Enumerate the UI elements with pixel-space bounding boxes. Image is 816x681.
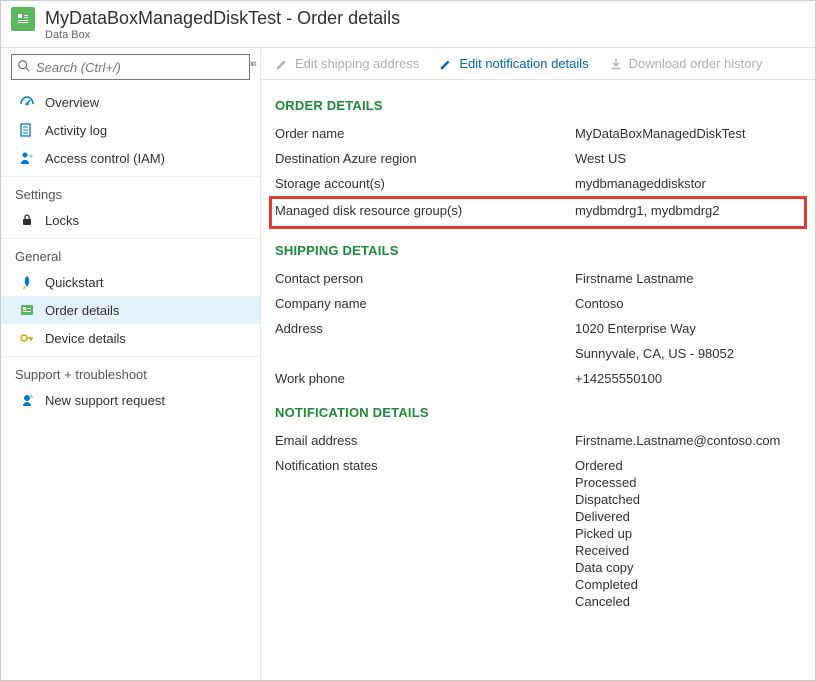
sidebar-item-locks[interactable]: Locks bbox=[1, 206, 260, 234]
label-email: Email address bbox=[275, 433, 575, 448]
app-window: MyDataBoxManagedDiskTest - Order details… bbox=[0, 0, 816, 681]
label-states: Notification states bbox=[275, 458, 575, 473]
value-rg: mydbmdrg1, mydbmdrg2 bbox=[575, 203, 801, 218]
sidebar-item-device-details[interactable]: Device details bbox=[1, 324, 260, 352]
sidebar-item-activity-log[interactable]: Activity log bbox=[1, 116, 260, 144]
sidebar-item-label: New support request bbox=[45, 393, 165, 408]
sidebar-item-label: Overview bbox=[45, 95, 99, 110]
sidebar-item-overview[interactable]: Overview bbox=[1, 88, 260, 116]
value-email: Firstname.Lastname@contoso.com bbox=[575, 433, 801, 448]
sidebar-item-label: Activity log bbox=[45, 123, 107, 138]
sidebar-item-access-control[interactable]: Access control (IAM) bbox=[1, 144, 260, 172]
main-content: Edit shipping address Edit notification … bbox=[261, 48, 815, 680]
section-notification-details-title: NOTIFICATION DETAILS bbox=[275, 405, 801, 420]
sidebar-section-general: General bbox=[1, 238, 260, 268]
row-phone: Work phone +14255550100 bbox=[275, 366, 801, 391]
sidebar-item-quickstart[interactable]: Quickstart bbox=[1, 268, 260, 296]
value-address: 1020 Enterprise Way bbox=[575, 321, 801, 336]
page-title: MyDataBoxManagedDiskTest - Order details bbox=[45, 7, 400, 29]
edit-notification-button[interactable]: Edit notification details bbox=[439, 56, 588, 71]
value-company: Contoso bbox=[575, 296, 801, 311]
toolbar-label: Edit shipping address bbox=[295, 56, 419, 71]
section-shipping-details-title: SHIPPING DETAILS bbox=[275, 243, 801, 258]
sidebar-item-label: Locks bbox=[45, 213, 79, 228]
section-order-details-title: ORDER DETAILS bbox=[275, 98, 801, 113]
state-item: Completed bbox=[575, 577, 801, 592]
label-phone: Work phone bbox=[275, 371, 575, 386]
state-item: Data copy bbox=[575, 560, 801, 575]
row-region: Destination Azure region West US bbox=[275, 146, 801, 171]
activity-log-icon bbox=[19, 122, 35, 138]
state-item: Ordered bbox=[575, 458, 801, 473]
label-rg: Managed disk resource group(s) bbox=[275, 203, 575, 218]
sidebar-section-support: Support + troubleshoot bbox=[1, 356, 260, 386]
label-storage: Storage account(s) bbox=[275, 176, 575, 191]
sidebar-item-order-details[interactable]: Order details bbox=[1, 296, 260, 324]
titlebar: MyDataBoxManagedDiskTest - Order details… bbox=[1, 1, 815, 48]
sidebar-item-label: Access control (IAM) bbox=[45, 151, 165, 166]
label-address: Address bbox=[275, 321, 575, 336]
sidebar-item-label: Device details bbox=[45, 331, 126, 346]
label-order-name: Order name bbox=[275, 126, 575, 141]
row-company: Company name Contoso bbox=[275, 291, 801, 316]
lock-icon bbox=[19, 212, 35, 228]
state-item: Processed bbox=[575, 475, 801, 490]
state-item: Delivered bbox=[575, 509, 801, 524]
row-address: Address 1020 Enterprise Way bbox=[275, 316, 801, 341]
toolbar-label: Edit notification details bbox=[459, 56, 588, 71]
value-storage: mydbmanageddiskstor bbox=[575, 176, 801, 191]
sidebar-section-settings: Settings bbox=[1, 176, 260, 206]
state-item: Received bbox=[575, 543, 801, 558]
key-icon bbox=[19, 330, 35, 346]
search-input[interactable] bbox=[11, 54, 250, 80]
label-contact: Contact person bbox=[275, 271, 575, 286]
pencil-icon bbox=[275, 57, 289, 71]
value-phone: +14255550100 bbox=[575, 371, 801, 386]
toolbar-label: Download order history bbox=[629, 56, 763, 71]
sidebar: «« Overview Activity log Access bbox=[1, 48, 261, 680]
page-subtitle: Data Box bbox=[45, 29, 400, 41]
row-states: Notification states Ordered Processed Di… bbox=[275, 453, 801, 614]
row-address-2: Sunnyvale, CA, US - 98052 bbox=[275, 341, 801, 366]
value-contact: Firstname Lastname bbox=[575, 271, 801, 286]
access-control-icon bbox=[19, 150, 35, 166]
sidebar-item-label: Order details bbox=[45, 303, 119, 318]
edit-shipping-button[interactable]: Edit shipping address bbox=[275, 56, 419, 71]
value-order-name: MyDataBoxManagedDiskTest bbox=[575, 126, 801, 141]
toolbar: Edit shipping address Edit notification … bbox=[261, 48, 815, 80]
search-icon bbox=[17, 59, 31, 73]
row-contact: Contact person Firstname Lastname bbox=[275, 266, 801, 291]
row-managed-disk-rg-highlighted: Managed disk resource group(s) mydbmdrg1… bbox=[269, 196, 807, 229]
order-details-icon bbox=[19, 302, 35, 318]
row-email: Email address Firstname.Lastname@contoso… bbox=[275, 428, 801, 453]
databox-icon bbox=[11, 7, 35, 31]
pencil-icon bbox=[439, 57, 453, 71]
sidebar-item-new-support-request[interactable]: New support request bbox=[1, 386, 260, 414]
download-history-button[interactable]: Download order history bbox=[609, 56, 763, 71]
value-states-list: Ordered Processed Dispatched Delivered P… bbox=[575, 458, 801, 609]
quickstart-icon bbox=[19, 274, 35, 290]
value-region: West US bbox=[575, 151, 801, 166]
overview-icon bbox=[19, 94, 35, 110]
row-storage: Storage account(s) mydbmanageddiskstor bbox=[275, 171, 801, 196]
value-address-2: Sunnyvale, CA, US - 98052 bbox=[575, 346, 801, 361]
state-item: Dispatched bbox=[575, 492, 801, 507]
row-order-name: Order name MyDataBoxManagedDiskTest bbox=[275, 121, 801, 146]
download-icon bbox=[609, 57, 623, 71]
support-icon bbox=[19, 392, 35, 408]
state-item: Picked up bbox=[575, 526, 801, 541]
label-region: Destination Azure region bbox=[275, 151, 575, 166]
sidebar-item-label: Quickstart bbox=[45, 275, 104, 290]
state-item: Canceled bbox=[575, 594, 801, 609]
label-company: Company name bbox=[275, 296, 575, 311]
